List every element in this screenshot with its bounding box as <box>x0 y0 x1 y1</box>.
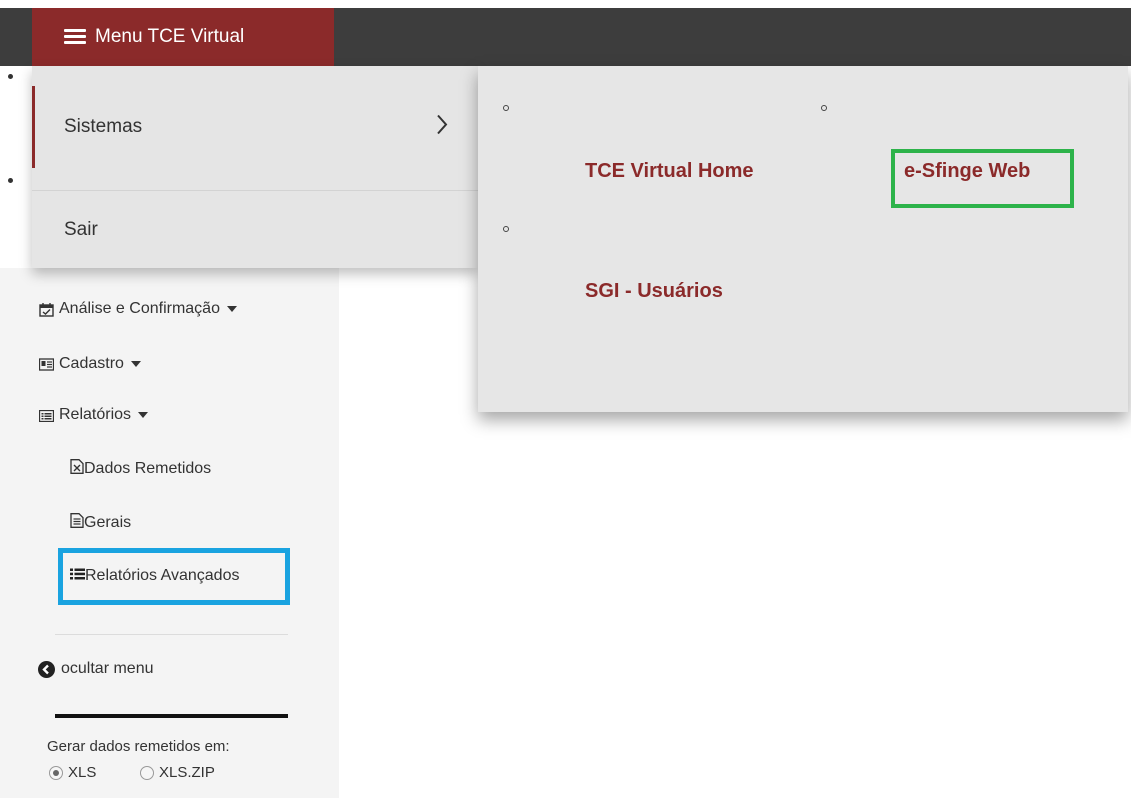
list-bullet <box>8 74 13 79</box>
list-bullet <box>8 178 13 183</box>
menu-tce-virtual-button[interactable]: Menu TCE Virtual <box>32 8 334 66</box>
generate-format-label: Gerar dados remetidos em: <box>47 738 230 755</box>
caret-down-icon <box>226 306 237 312</box>
menu-item-sistemas[interactable]: Sistemas <box>32 86 478 168</box>
list-circle-bullet <box>503 226 509 232</box>
sidebar-item-label: Relatórios <box>59 406 132 423</box>
chevron-right-icon <box>436 112 448 143</box>
divider <box>55 634 288 635</box>
menu-item-label: Sair <box>64 219 98 240</box>
list-circle-bullet <box>503 105 509 111</box>
sidebar-subitem-label: Dados Remetidos <box>84 460 212 477</box>
sidebar-item-analise[interactable]: Análise e Confirmação <box>39 300 237 318</box>
sidebar-item-label: Análise e Confirmação <box>59 300 220 317</box>
radio-xls-zip[interactable]: XLS.ZIP <box>140 764 215 781</box>
sidebar-item-label: Cadastro <box>59 355 124 372</box>
file-text-icon <box>70 513 84 533</box>
hamburger-icon <box>64 29 86 45</box>
divider <box>32 190 478 191</box>
radio-button-checked[interactable] <box>49 765 63 780</box>
sidebar-item-cadastro[interactable]: Cadastro <box>38 355 141 373</box>
radio-label: XLS.ZIP <box>159 764 215 781</box>
sidebar: Análise e Confirmação Cadastro Relatório… <box>0 268 339 798</box>
link-sgi-usuarios[interactable]: SGI - Usuários <box>585 280 723 303</box>
calendar-check-icon <box>39 302 54 317</box>
sidebar-subitem-gerais[interactable]: Gerais <box>70 513 131 533</box>
menu-label: Menu TCE Virtual <box>95 26 245 47</box>
sidebar-subitem-dados-remetidos[interactable]: Dados Remetidos <box>70 459 211 479</box>
radio-label: XLS <box>68 764 97 781</box>
highlight-box-green <box>891 149 1074 208</box>
list-circle-bullet <box>821 105 827 111</box>
menu-item-sair[interactable]: Sair <box>32 192 478 268</box>
list-alt-icon <box>38 409 55 422</box>
menu-dropdown: Sistemas Sair <box>32 66 478 268</box>
chevron-circle-left-icon <box>38 660 55 678</box>
sidebar-item-relatorios[interactable]: Relatórios <box>38 406 149 424</box>
sidebar-subitem-label: Gerais <box>84 514 132 531</box>
hide-menu-link[interactable]: ocultar menu <box>38 660 154 678</box>
menu-item-label: Sistemas <box>64 116 143 137</box>
file-excel-icon <box>70 459 84 479</box>
divider-dark <box>55 714 288 718</box>
link-tce-virtual-home[interactable]: TCE Virtual Home <box>585 160 754 183</box>
caret-down-icon <box>138 412 149 418</box>
caret-down-icon <box>130 361 141 367</box>
highlight-box-blue <box>58 548 290 605</box>
id-card-icon <box>38 357 55 371</box>
systems-submenu: TCE Virtual Home e-Sfinge Web SGI - Usuá… <box>478 66 1128 412</box>
radio-xls[interactable]: XLS <box>49 764 96 781</box>
hide-menu-label: ocultar menu <box>61 660 154 677</box>
radio-button[interactable] <box>140 765 154 780</box>
